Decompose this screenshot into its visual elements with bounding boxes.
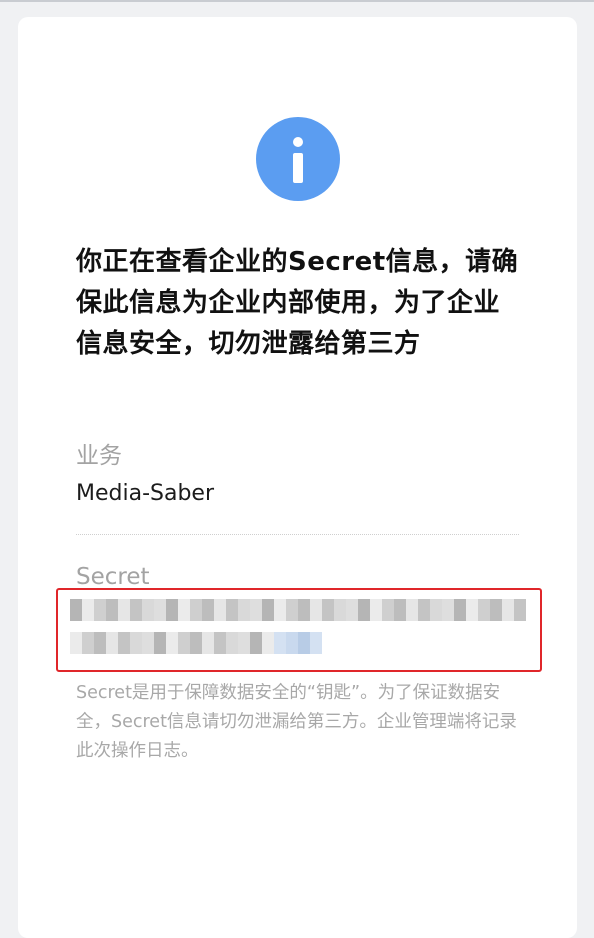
info-icon <box>256 117 340 201</box>
info-icon-dot <box>293 137 303 147</box>
business-value: Media-Saber <box>76 481 215 506</box>
warning-headline: 你正在查看企业的Secret信息，请确保此信息为企业内部使用，为了企业信息安全，… <box>76 247 519 359</box>
section-divider <box>76 534 519 535</box>
business-label: 业务 <box>76 443 122 469</box>
info-icon-stem <box>293 153 303 183</box>
secret-label: Secret <box>76 564 150 590</box>
secret-value-highlight-box <box>56 588 542 672</box>
security-note: Secret是用于保障数据安全的“钥匙”。为了保证数据安全，Secret信息请切… <box>76 683 517 761</box>
window-top-edge <box>0 0 594 2</box>
